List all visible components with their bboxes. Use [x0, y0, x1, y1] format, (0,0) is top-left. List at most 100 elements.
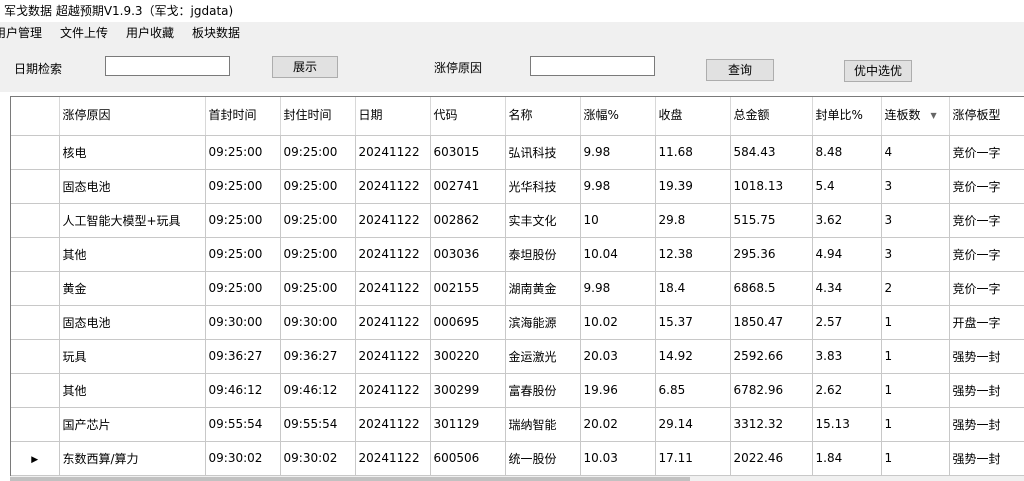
row-selector[interactable]	[11, 135, 60, 170]
table-cell[interactable]: 9.98	[580, 271, 656, 306]
menu-sector-data[interactable]: 板块数据	[183, 22, 249, 44]
row-selector[interactable]: ▶	[11, 441, 60, 476]
table-row[interactable]: 玩具 09:36:27 09:36:27 20241122 300220 金运激光 20.0…	[11, 339, 1024, 374]
table-cell[interactable]: 09:25:00	[205, 203, 281, 238]
pick-best-button[interactable]: 优中选优	[844, 60, 912, 82]
table-cell[interactable]: 3	[881, 203, 950, 238]
table-cell[interactable]: 4	[881, 135, 950, 170]
table-cell[interactable]: 20241122	[355, 305, 431, 340]
column-header[interactable]: 涨停板型	[949, 97, 1024, 136]
table-cell[interactable]: 09:25:00	[205, 237, 281, 272]
table-cell[interactable]: 1	[881, 339, 950, 374]
table-cell[interactable]: 瑞纳智能	[505, 407, 581, 442]
table-cell[interactable]: 4.34	[812, 271, 882, 306]
column-header[interactable]: 封住时间	[280, 97, 356, 136]
table-cell[interactable]: 8.48	[812, 135, 882, 170]
table-cell[interactable]: 09:25:00	[280, 169, 356, 204]
table-cell[interactable]: 09:25:00	[205, 271, 281, 306]
table-cell[interactable]: 19.39	[655, 169, 731, 204]
table-cell[interactable]: 20241122	[355, 407, 431, 442]
column-header[interactable]: 日期	[355, 97, 431, 136]
table-cell[interactable]: 2.62	[812, 373, 882, 408]
table-cell[interactable]: 09:25:00	[205, 135, 281, 170]
table-cell[interactable]: 1.84	[812, 441, 882, 476]
menu-user-management[interactable]: 用户管理	[0, 22, 51, 44]
column-header[interactable]: 封单比%	[812, 97, 882, 136]
limit-up-reason-input[interactable]	[530, 56, 655, 76]
table-cell[interactable]: 5.4	[812, 169, 882, 204]
table-cell[interactable]: 09:30:02	[280, 441, 356, 476]
row-selector-header[interactable]	[11, 97, 60, 136]
table-cell[interactable]: 9.98	[580, 169, 656, 204]
table-cell[interactable]: 3	[881, 237, 950, 272]
table-cell[interactable]: 3.83	[812, 339, 882, 374]
table-cell[interactable]: 1	[881, 305, 950, 340]
table-cell[interactable]: 09:46:12	[205, 373, 281, 408]
table-cell[interactable]: 19.96	[580, 373, 656, 408]
table-cell[interactable]: 统一股份	[505, 441, 581, 476]
column-header[interactable]: 涨幅%	[580, 97, 656, 136]
table-cell[interactable]: 强势一封	[949, 407, 1024, 442]
table-cell[interactable]: 2592.66	[730, 339, 813, 374]
table-cell[interactable]: 竞价一字	[949, 169, 1024, 204]
row-selector[interactable]	[11, 169, 60, 204]
table-cell[interactable]: 20241122	[355, 339, 431, 374]
table-cell[interactable]: 1	[881, 373, 950, 408]
row-selector[interactable]	[11, 305, 60, 340]
table-cell[interactable]: 18.4	[655, 271, 731, 306]
table-cell[interactable]: 12.38	[655, 237, 731, 272]
table-cell[interactable]: 其他	[59, 373, 206, 408]
row-selector[interactable]	[11, 407, 60, 442]
menu-file-upload[interactable]: 文件上传	[51, 22, 117, 44]
table-cell[interactable]: 竞价一字	[949, 135, 1024, 170]
table-cell[interactable]: 滨海能源	[505, 305, 581, 340]
date-search-input[interactable]	[105, 56, 230, 76]
column-header[interactable]: 名称	[505, 97, 581, 136]
table-cell[interactable]: 3312.32	[730, 407, 813, 442]
table-row[interactable]: 核电 09:25:00 09:25:00 20241122 603015 弘讯科技 9.98…	[11, 135, 1024, 170]
table-row[interactable]: 国产芯片 09:55:54 09:55:54 20241122 301129 瑞纳智能 20…	[11, 407, 1024, 442]
table-cell[interactable]: 1	[881, 407, 950, 442]
table-cell[interactable]: 15.13	[812, 407, 882, 442]
column-header[interactable]: 首封时间	[205, 97, 281, 136]
table-cell[interactable]: 09:36:27	[280, 339, 356, 374]
table-cell[interactable]: 295.36	[730, 237, 813, 272]
table-cell[interactable]: 强势一封	[949, 373, 1024, 408]
table-cell[interactable]: 584.43	[730, 135, 813, 170]
table-cell[interactable]: 6782.96	[730, 373, 813, 408]
table-cell[interactable]: 3	[881, 169, 950, 204]
table-cell[interactable]: 2.57	[812, 305, 882, 340]
table-cell[interactable]: 002741	[430, 169, 506, 204]
table-cell[interactable]: 09:25:00	[280, 271, 356, 306]
table-cell[interactable]: 20241122	[355, 135, 431, 170]
table-cell[interactable]: 29.8	[655, 203, 731, 238]
table-row[interactable]: 固态电池 09:30:00 09:30:00 20241122 000695 滨海能源 10…	[11, 305, 1024, 340]
table-cell[interactable]: 515.75	[730, 203, 813, 238]
table-cell[interactable]: 富春股份	[505, 373, 581, 408]
table-cell[interactable]: 1018.13	[730, 169, 813, 204]
table-cell[interactable]: 1850.47	[730, 305, 813, 340]
table-cell[interactable]: 光华科技	[505, 169, 581, 204]
table-row[interactable]: 其他 09:25:00 09:25:00 20241122 003036 泰坦股份 10.0…	[11, 237, 1024, 272]
table-row[interactable]: 人工智能大模型+玩具 09:25:00 09:25:00 20241122 002862…	[11, 203, 1024, 238]
table-cell[interactable]: 003036	[430, 237, 506, 272]
table-row[interactable]: 固态电池 09:25:00 09:25:00 20241122 002741 光华科技 9.…	[11, 169, 1024, 204]
table-cell[interactable]: 东数西算/算力	[59, 441, 206, 476]
table-cell[interactable]: 20.02	[580, 407, 656, 442]
table-cell[interactable]: 3.62	[812, 203, 882, 238]
row-selector[interactable]	[11, 373, 60, 408]
table-cell[interactable]: 湖南黄金	[505, 271, 581, 306]
table-cell[interactable]: 固态电池	[59, 169, 206, 204]
table-cell[interactable]: 实丰文化	[505, 203, 581, 238]
table-cell[interactable]: 6.85	[655, 373, 731, 408]
table-cell[interactable]: 603015	[430, 135, 506, 170]
menu-user-favorites[interactable]: 用户收藏	[117, 22, 183, 44]
table-cell[interactable]: 11.68	[655, 135, 731, 170]
table-cell[interactable]: 2022.46	[730, 441, 813, 476]
table-cell[interactable]: 301129	[430, 407, 506, 442]
table-cell[interactable]: 6868.5	[730, 271, 813, 306]
table-cell[interactable]: 300220	[430, 339, 506, 374]
table-cell[interactable]: 09:30:00	[280, 305, 356, 340]
column-header-sorted[interactable]: 连板数 ▼	[881, 97, 950, 136]
table-cell[interactable]: 强势一封	[949, 339, 1024, 374]
